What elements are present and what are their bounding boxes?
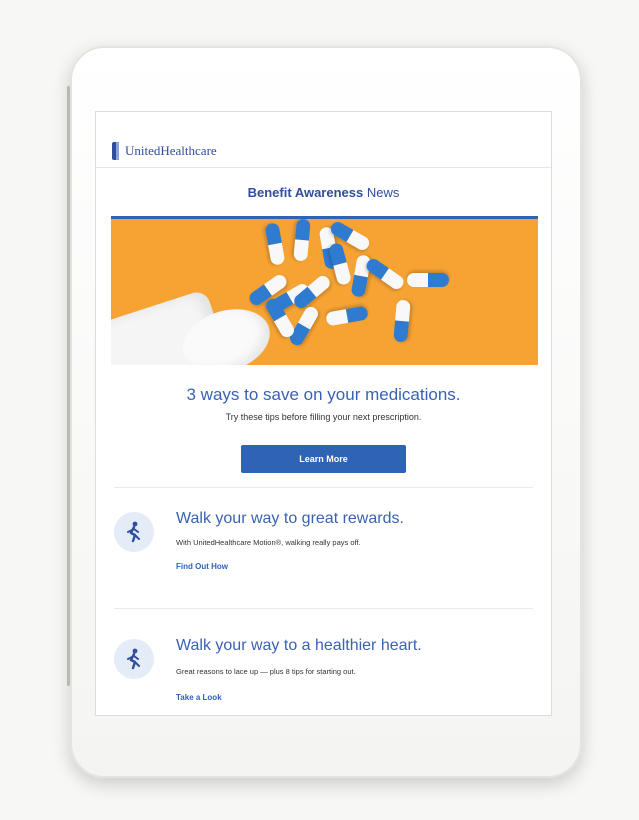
email-screen: UnitedHealthcare Benefit Awareness News … — [96, 112, 551, 715]
capsule-image — [293, 219, 311, 262]
brand-logo: UnitedHealthcare — [112, 142, 217, 160]
article-subtitle: With UnitedHealthcare Motion®, walking r… — [176, 538, 361, 547]
capsule-image — [393, 299, 411, 342]
capsule-image — [364, 256, 406, 292]
capsule-image — [325, 305, 369, 326]
newsletter-title-regular: News — [366, 185, 400, 200]
article-title: Walk your way to a healthier heart. — [176, 637, 422, 654]
capsule-image — [407, 273, 449, 287]
walking-person-icon — [114, 639, 154, 679]
find-out-how-link[interactable]: Find Out How — [176, 562, 228, 571]
newsletter-title: Benefit Awareness News — [96, 168, 551, 216]
hero-image-pills — [111, 216, 538, 365]
article-title: Walk your way to great rewards. — [176, 510, 404, 527]
article-subtitle: Great reasons to lace up — plus 8 tips f… — [176, 667, 356, 676]
learn-more-button[interactable]: Learn More — [241, 445, 406, 473]
email-header: UnitedHealthcare — [96, 112, 551, 168]
article-card: Walk your way to a healthier heart. Grea… — [96, 609, 551, 715]
take-a-look-link[interactable]: Take a Look — [176, 693, 222, 702]
article-card: Walk your way to great rewards. With Uni… — [96, 488, 551, 608]
walking-person-icon — [114, 512, 154, 552]
hero-subtitle: Try these tips before filling your next … — [225, 412, 422, 422]
hero-headline: 3 ways to save on your medications. — [186, 385, 461, 404]
capsule-image — [264, 222, 285, 266]
brand-name: UnitedHealthcare — [125, 143, 217, 158]
newsletter-title-bold: Benefit Awareness — [247, 185, 364, 200]
logo-mark-icon — [112, 142, 119, 160]
